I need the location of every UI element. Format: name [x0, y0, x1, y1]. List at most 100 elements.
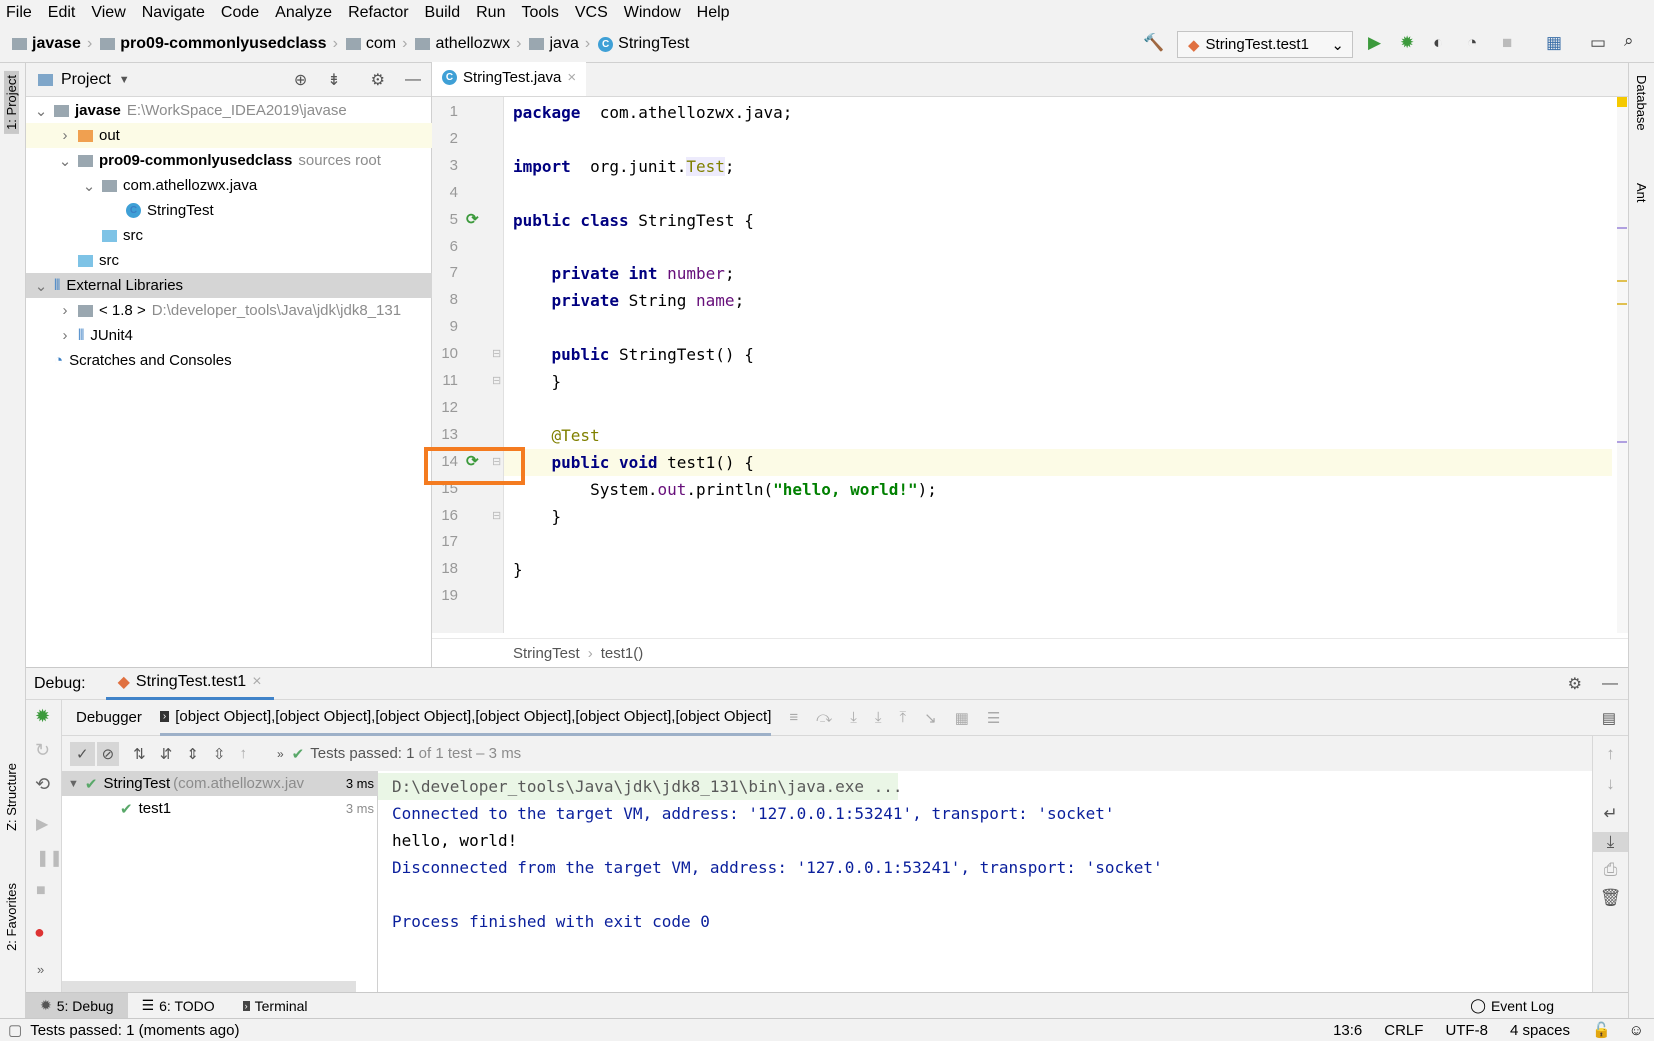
- menu-code[interactable]: Code: [221, 4, 259, 22]
- restore-layout-icon[interactable]: ⟲: [35, 774, 50, 795]
- step-out-icon[interactable]: ⤒: [899, 709, 906, 726]
- file-encoding[interactable]: UTF-8: [1445, 1022, 1488, 1039]
- code-line[interactable]: }: [513, 507, 562, 526]
- run-test-class-icon[interactable]: ⟳: [466, 210, 479, 228]
- chevron-right-icon[interactable]: ›: [58, 302, 72, 319]
- stop-icon[interactable]: ■: [36, 882, 46, 900]
- up-icon[interactable]: ↑: [1593, 744, 1628, 764]
- caret-position[interactable]: 13:6: [1333, 1022, 1362, 1039]
- code-line[interactable]: public void test1() {: [513, 453, 754, 472]
- nav-crumb[interactable]: pro09-commonlyusedclass: [100, 35, 327, 53]
- code-line[interactable]: import org.junit.Test;: [513, 156, 735, 176]
- tree-item[interactable]: ⌄ com.athellozwx.java: [26, 173, 432, 198]
- run-to-cursor-icon[interactable]: ↘: [924, 709, 937, 727]
- tab-console[interactable]: › [object Object],[object Object],[object…: [159, 700, 772, 736]
- search-icon[interactable]: ⌕: [1624, 31, 1634, 51]
- tool-tab-terminal[interactable]: › Terminal: [229, 993, 322, 1019]
- step-over-icon[interactable]: ⤓: [850, 709, 857, 726]
- tree-item[interactable]: ⌄ ⫴ External Libraries: [26, 273, 432, 298]
- window-icon[interactable]: ▭: [1590, 33, 1606, 53]
- chevron-down-icon[interactable]: ⌄: [34, 277, 48, 295]
- menu-navigate[interactable]: Navigate: [142, 4, 205, 22]
- run-config-select[interactable]: ◆ StringTest.test1 ⌄: [1177, 31, 1353, 58]
- chevron-down-icon[interactable]: ▼: [119, 74, 130, 86]
- crumb-method[interactable]: test1(): [601, 645, 644, 662]
- rerun-failed-icon[interactable]: ↻: [35, 740, 50, 761]
- tree-item[interactable]: ◔ Scratches and Consoles: [26, 348, 432, 373]
- down-icon[interactable]: ↓: [1593, 774, 1628, 794]
- tool-tab-favorites[interactable]: 2: Favorites: [4, 883, 19, 951]
- coverage-icon[interactable]: ◐: [1433, 33, 1443, 53]
- menu-view[interactable]: View: [91, 4, 125, 22]
- code-line[interactable]: System.out.println("hello, world!");: [513, 480, 937, 499]
- code-line[interactable]: }: [513, 560, 523, 579]
- more-icon[interactable]: »: [37, 962, 44, 977]
- print-icon[interactable]: ⎙: [1593, 860, 1628, 880]
- tree-item[interactable]: C StringTest: [26, 198, 432, 223]
- menu-analyze[interactable]: Analyze: [275, 4, 332, 22]
- gear-icon[interactable]: ⚙: [1568, 674, 1582, 694]
- debug-icon[interactable]: ✹: [1400, 33, 1414, 53]
- debug-session-tab[interactable]: ◆ StringTest.test1 ×: [105, 668, 274, 700]
- close-icon[interactable]: ×: [252, 673, 261, 691]
- gear-icon[interactable]: ⚙: [371, 70, 385, 90]
- nav-crumb[interactable]: com: [345, 35, 396, 53]
- chevron-right-icon[interactable]: ›: [58, 127, 72, 144]
- chevron-down-icon[interactable]: ▼: [68, 778, 79, 790]
- fold-icon[interactable]: ⊟: [492, 509, 501, 522]
- code-line[interactable]: private String name;: [513, 291, 745, 310]
- editor-tab-stringtest[interactable]: C StringTest.java ×: [432, 62, 587, 96]
- clear-icon[interactable]: 🗑: [1593, 888, 1628, 908]
- code-line[interactable]: @Test: [513, 426, 600, 445]
- nav-crumb[interactable]: javase: [12, 35, 81, 53]
- chevron-down-icon[interactable]: ⌄: [82, 177, 96, 195]
- step-into-icon[interactable]: ⤓: [875, 709, 882, 726]
- menu-edit[interactable]: Edit: [48, 4, 76, 22]
- crumb-class[interactable]: StringTest: [513, 645, 580, 662]
- nav-crumb[interactable]: athellozwx: [415, 35, 510, 53]
- project-view-select[interactable]: Project: [61, 71, 111, 89]
- collapse-all-icon[interactable]: ⇳: [213, 745, 226, 763]
- chevron-down-icon[interactable]: ⌄: [34, 102, 48, 120]
- chevron-right-icon[interactable]: ›: [58, 327, 72, 344]
- tree-item[interactable]: › ⫴ JUnit4: [26, 323, 432, 348]
- indent-setting[interactable]: 4 spaces: [1510, 1022, 1570, 1039]
- stop-icon[interactable]: ■: [1502, 33, 1512, 53]
- console-output[interactable]: D:\developer_tools\Java\jdk\jdk8_131\bin…: [378, 771, 1618, 993]
- show-passed-icon[interactable]: ✓: [70, 741, 95, 766]
- project-structure-icon[interactable]: ▦: [1546, 33, 1562, 53]
- tree-item[interactable]: src: [26, 248, 432, 273]
- tree-item[interactable]: › out: [26, 123, 432, 148]
- scroll-to-end-icon[interactable]: ⤓: [1593, 832, 1628, 852]
- expand-all-icon[interactable]: ⇕: [186, 745, 199, 763]
- sort-alpha-icon[interactable]: ⇅: [133, 745, 146, 763]
- tree-item[interactable]: ⌄ javase E:\WorkSpace_IDEA2019\javase: [26, 98, 432, 123]
- code-line[interactable]: public class StringTest {: [513, 211, 754, 230]
- pause-icon[interactable]: ❚❚: [36, 848, 63, 868]
- resume-icon[interactable]: ▶: [36, 814, 48, 834]
- hide-icon[interactable]: —: [1602, 675, 1618, 693]
- code-line[interactable]: package com.athellozwx.java;: [513, 103, 792, 122]
- profile-icon[interactable]: ◔: [1467, 33, 1477, 53]
- menu-window[interactable]: Window: [624, 4, 681, 22]
- fold-icon[interactable]: ⊟: [492, 374, 501, 387]
- tool-tab-project[interactable]: 1: Project: [4, 71, 19, 134]
- trace-icon[interactable]: ☰: [987, 709, 1000, 727]
- tool-tab-todo[interactable]: ☰ 6: TODO: [128, 993, 229, 1019]
- evaluate-icon[interactable]: ▦: [955, 709, 969, 727]
- previous-failed-icon[interactable]: ↑: [239, 745, 247, 762]
- code-line[interactable]: private int number;: [513, 264, 735, 283]
- test-row-method[interactable]: ✔ test1 3 ms: [62, 796, 378, 821]
- menu-run[interactable]: Run: [476, 4, 505, 22]
- menu-icon[interactable]: ≡: [789, 709, 798, 726]
- tool-tab-ant[interactable]: Ant: [1634, 183, 1649, 203]
- nav-crumb[interactable]: java: [529, 35, 579, 53]
- tree-item[interactable]: › < 1.8 > D:\developer_tools\Java\jdk\jdk8…: [26, 298, 432, 323]
- tool-tab-database[interactable]: Database: [1634, 75, 1649, 131]
- lock-icon[interactable]: 🔓: [1592, 1021, 1611, 1039]
- soft-wrap-icon[interactable]: ↵: [1593, 804, 1628, 824]
- menu-build[interactable]: Build: [425, 4, 461, 22]
- menu-vcs[interactable]: VCS: [575, 4, 608, 22]
- show-execution-point-icon[interactable]: ⤼: [816, 709, 832, 726]
- test-row-class[interactable]: ▼ ✔ StringTest (com.athellozwx.jav 3 ms: [62, 771, 378, 796]
